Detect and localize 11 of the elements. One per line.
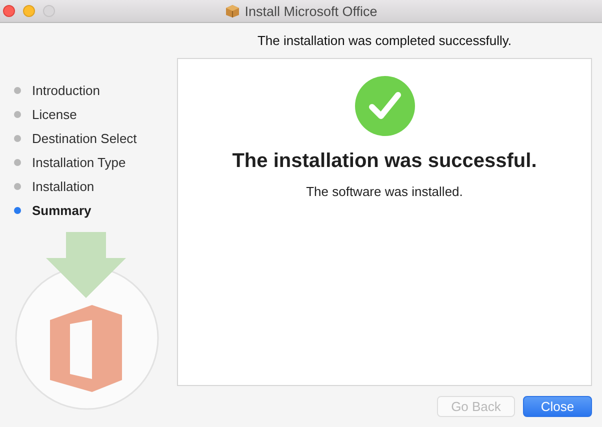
- step-label: License: [32, 107, 77, 122]
- success-message: The software was installed.: [306, 184, 463, 199]
- success-title: The installation was successful.: [232, 150, 537, 173]
- step-label: Installation Type: [32, 155, 126, 170]
- step-label: Installation: [32, 179, 94, 194]
- window-title: Install Microsoft Office: [244, 4, 378, 18]
- step-label: Summary: [32, 203, 92, 218]
- step-label: Introduction: [32, 83, 100, 98]
- status-heading: The installation was completed successfully.: [257, 33, 512, 48]
- close-dialog-button[interactable]: Close: [523, 396, 592, 416]
- step-label: Destination Select: [32, 131, 137, 146]
